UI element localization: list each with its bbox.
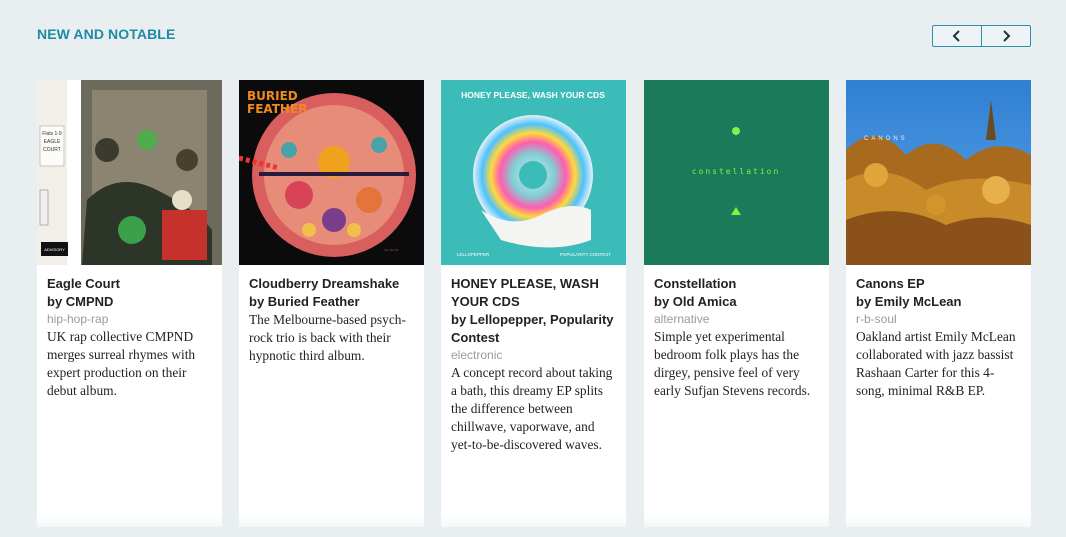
sign-text: Flats 1-9 xyxy=(42,131,62,137)
album-title[interactable]: Cloudberry Dreamshake xyxy=(249,275,414,293)
svg-text:HONEY PLEASE, WASH YOUR CDS: HONEY PLEASE, WASH YOUR CDS xyxy=(461,90,605,100)
album-card[interactable]: HONEY PLEASE, WASH YOUR CDS LELLOPEPPER … xyxy=(441,80,626,527)
album-cover-canons-ep[interactable]: CANONS xyxy=(846,80,1031,265)
chevron-right-icon xyxy=(1003,30,1011,42)
album-title[interactable]: Constellation xyxy=(654,275,819,293)
album-description: Simple yet experimental bedroom folk pla… xyxy=(654,329,811,398)
album-title[interactable]: Eagle Court xyxy=(47,275,212,293)
album-cover-honey-please[interactable]: HONEY PLEASE, WASH YOUR CDS LELLOPEPPER … xyxy=(441,80,626,265)
carousel-pager xyxy=(932,25,1031,47)
svg-text:~~~: ~~~ xyxy=(384,247,399,254)
album-cover-constellation[interactable]: constellation xyxy=(644,80,829,265)
svg-text:CANONS: CANONS xyxy=(864,136,908,142)
album-artist[interactable]: by Buried Feather xyxy=(249,293,414,311)
album-card[interactable]: Flats 1-9 EAGLE COURT ADVISORY Eagle Cou… xyxy=(37,80,222,527)
album-artist[interactable]: by Emily McLean xyxy=(856,293,1021,311)
band-logo: BURIED xyxy=(247,89,298,103)
svg-text:COURT: COURT xyxy=(43,147,61,153)
svg-text:LELLOPEPPER: LELLOPEPPER xyxy=(457,252,490,257)
album-cover-cloudberry-dreamshake[interactable]: BURIED FEATHER ~~~ xyxy=(239,80,424,265)
album-description: A concept record about taking a bath, th… xyxy=(451,365,613,452)
album-description: UK rap collective CMPND merges surreal r… xyxy=(47,329,196,398)
svg-text:FEATHER: FEATHER xyxy=(247,102,307,116)
album-description: Oakland artist Emily McLean collaborated… xyxy=(856,329,1016,398)
section-title: NEW AND NOTABLE xyxy=(37,26,176,42)
chevron-left-icon xyxy=(952,30,960,42)
svg-text:constellation: constellation xyxy=(692,167,781,176)
album-artist[interactable]: by CMPND xyxy=(47,293,212,311)
album-artist[interactable]: by Old Amica xyxy=(654,293,819,311)
album-card[interactable]: constellation Constellation by Old Amica… xyxy=(644,80,829,527)
album-genre[interactable]: electronic xyxy=(451,347,616,364)
svg-text:ADVISORY: ADVISORY xyxy=(44,247,65,252)
album-card[interactable]: BURIED FEATHER ~~~ Cloudberry Dreamshake… xyxy=(239,80,424,527)
album-card[interactable]: CANONS Canons EP by Emily McLean r-b-sou… xyxy=(846,80,1031,527)
svg-text:POPULARITY CONTEST: POPULARITY CONTEST xyxy=(560,252,611,257)
album-genre[interactable]: r-b-soul xyxy=(856,311,1021,328)
album-title[interactable]: Canons EP xyxy=(856,275,1021,293)
album-cover-eagle-court[interactable]: Flats 1-9 EAGLE COURT ADVISORY xyxy=(37,80,222,265)
album-artist[interactable]: by Lellopepper, Popularity Contest xyxy=(451,311,616,347)
album-description: The Melbourne-based psych-rock trio is b… xyxy=(249,312,406,363)
svg-text:EAGLE: EAGLE xyxy=(44,139,61,145)
album-genre[interactable]: alternative xyxy=(654,311,819,328)
album-genre[interactable]: hip-hop-rap xyxy=(47,311,212,328)
next-button[interactable] xyxy=(981,26,1030,46)
album-title[interactable]: HONEY PLEASE, WASH YOUR CDS xyxy=(451,275,616,311)
previous-button[interactable] xyxy=(933,26,981,46)
